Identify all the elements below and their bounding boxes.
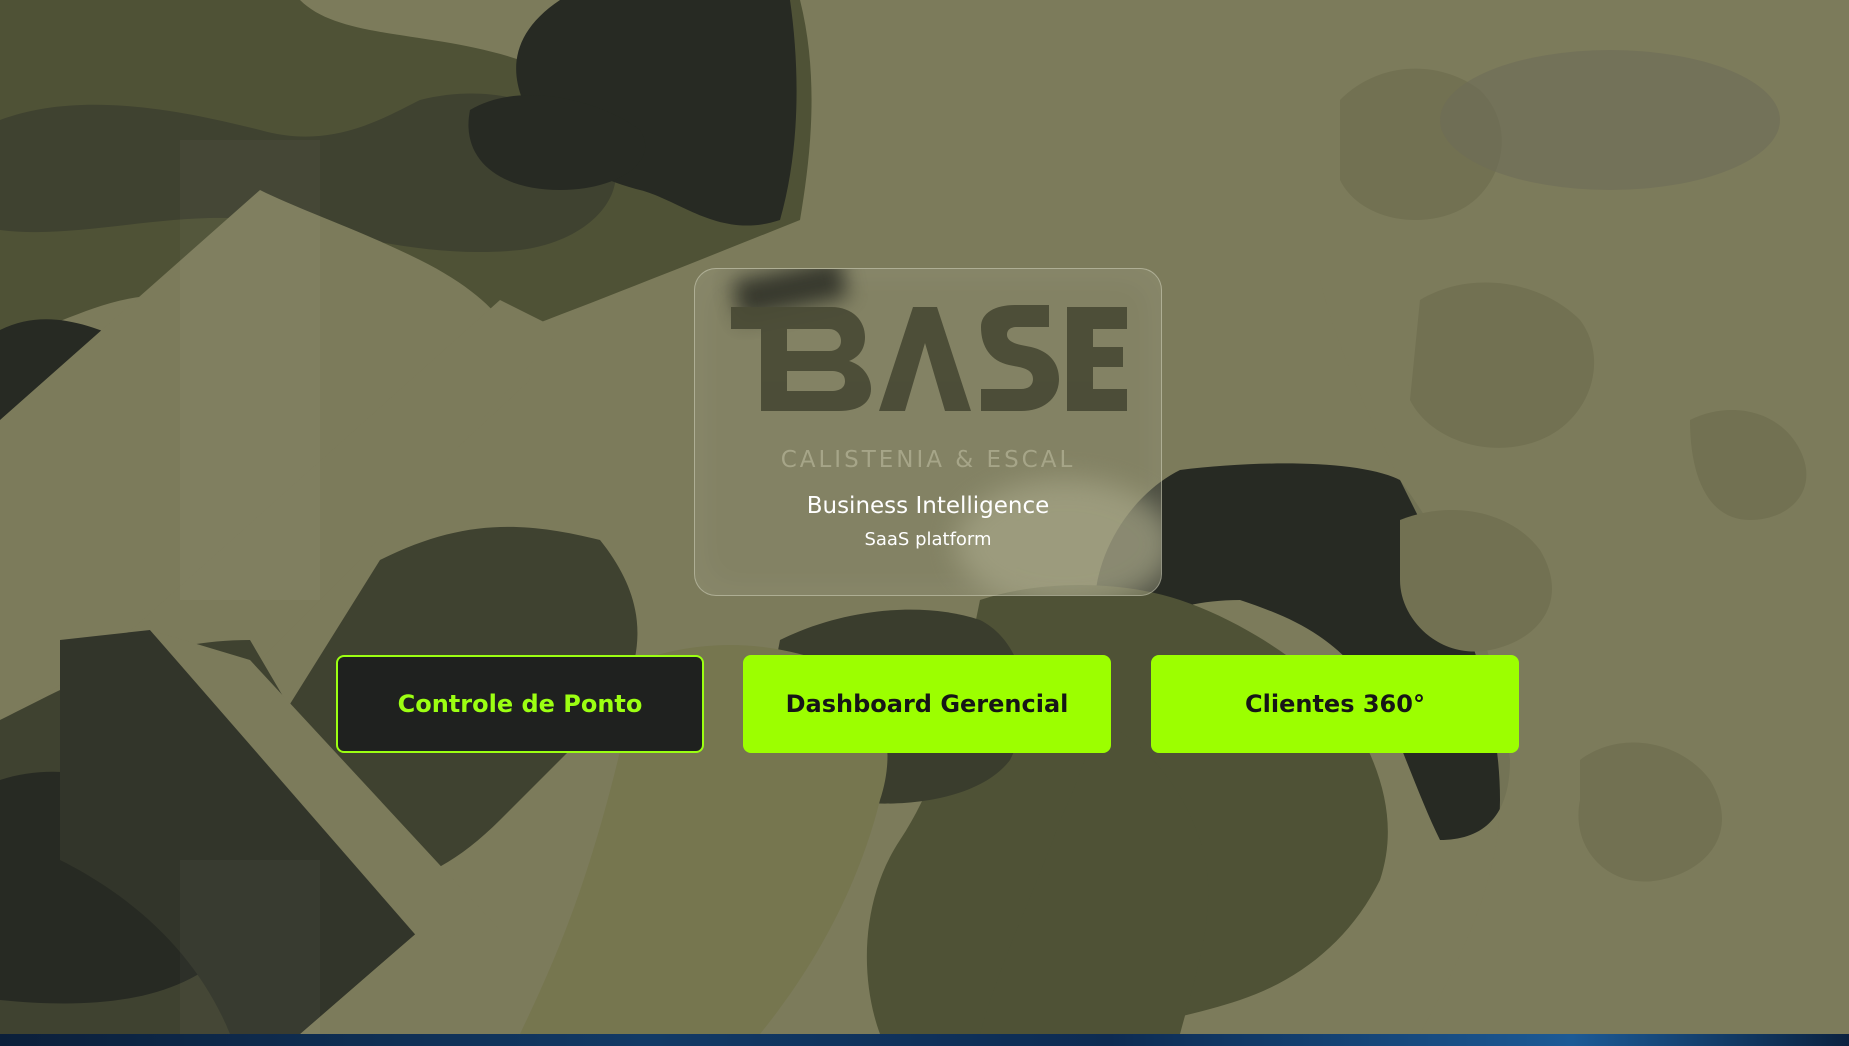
app-title: Business Intelligence — [806, 493, 1050, 519]
logo-tagline: CALISTENIA & ESCAL — [780, 447, 1076, 473]
app-subtitle: SaaS platform — [864, 529, 992, 550]
clientes-360-button[interactable]: Clientes 360° — [1151, 655, 1519, 753]
taskbar-edge — [0, 1034, 1849, 1046]
dashboard-gerencial-button[interactable]: Dashboard Gerencial — [743, 655, 1111, 753]
controle-de-ponto-button[interactable]: Controle de Ponto — [336, 655, 704, 753]
background-camo: CALISTENIA & ESCAL Business Intelligence… — [0, 0, 1849, 1034]
brand-card: CALISTENIA & ESCAL Business Intelligence… — [694, 268, 1162, 596]
base-logo — [731, 305, 1127, 411]
